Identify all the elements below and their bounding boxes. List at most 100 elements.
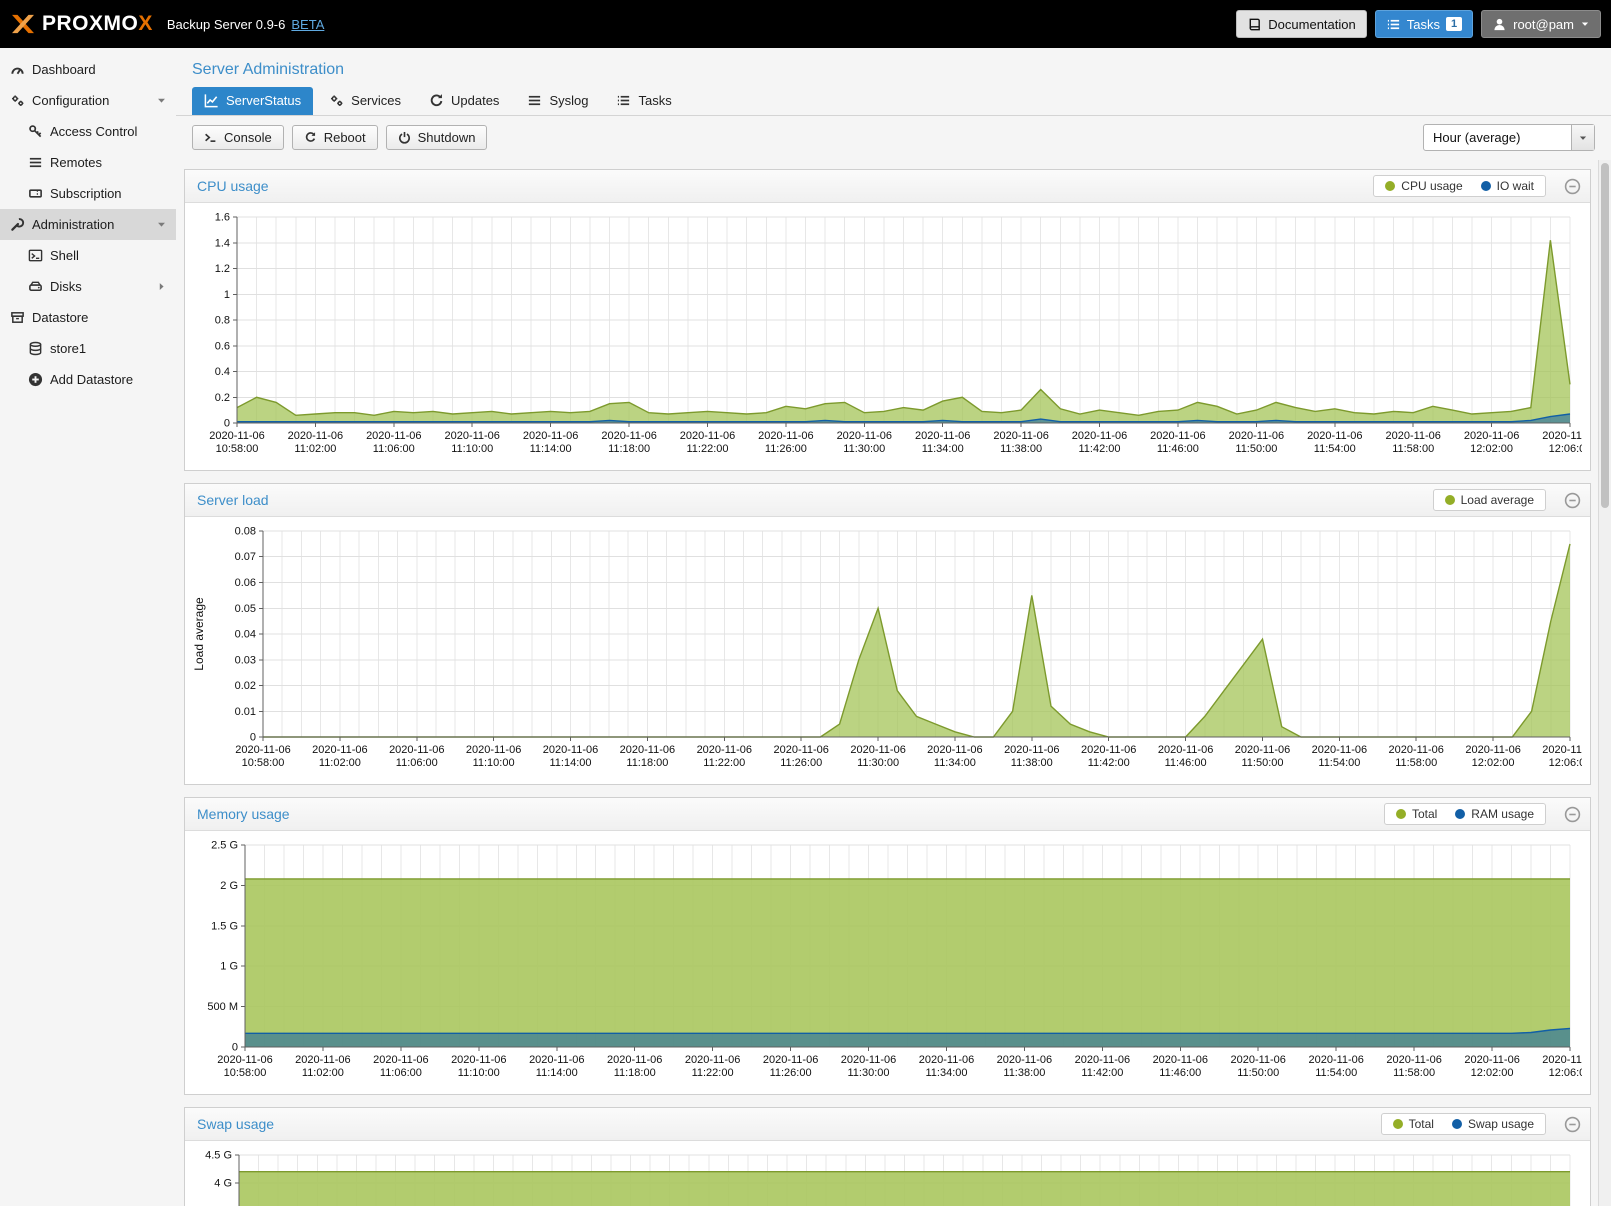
svg-text:11:18:00: 11:18:00 bbox=[626, 757, 668, 769]
console-button[interactable]: Console bbox=[192, 125, 284, 150]
panel-memory-usage: Memory usage TotalRAM usage 0500 M1 G1.5… bbox=[184, 797, 1591, 1095]
tab-syslog[interactable]: Syslog bbox=[515, 87, 600, 115]
svg-text:2020-11-06: 2020-11-06 bbox=[1542, 430, 1582, 442]
tasks-icon bbox=[1386, 17, 1401, 32]
book-icon bbox=[1247, 17, 1262, 32]
sidebar-item-add-datastore[interactable]: Add Datastore bbox=[0, 364, 176, 395]
svg-text:2020-11-06: 2020-11-06 bbox=[366, 430, 421, 442]
panel-cpu-usage: CPU usage CPU usageIO wait 00.20.40.60.8… bbox=[184, 169, 1591, 471]
cpu-usage-chart: 00.20.40.60.811.21.41.62020-11-0610:58:0… bbox=[189, 209, 1582, 468]
svg-text:2020-11-06: 2020-11-06 bbox=[919, 1054, 974, 1066]
wrench-icon bbox=[10, 217, 25, 232]
svg-text:4.5 G: 4.5 G bbox=[205, 1150, 232, 1162]
legend-item-load-average: Load average bbox=[1445, 493, 1534, 507]
collapse-panel-icon[interactable] bbox=[1564, 492, 1581, 509]
svg-text:2020-11-06: 2020-11-06 bbox=[389, 744, 444, 756]
legend-label: RAM usage bbox=[1471, 807, 1534, 821]
collapse-panel-icon[interactable] bbox=[1564, 1116, 1581, 1133]
memory-usage-chart: 0500 M1 G1.5 G2 G2.5 G2020-11-0610:58:00… bbox=[189, 837, 1582, 1092]
svg-text:12:02:00: 12:02:00 bbox=[1471, 1067, 1514, 1079]
collapse-panel-icon[interactable] bbox=[1564, 178, 1581, 195]
svg-text:2020-11-06: 2020-11-06 bbox=[217, 1054, 272, 1066]
svg-text:2020-11-06: 2020-11-06 bbox=[466, 744, 521, 756]
svg-text:11:18:00: 11:18:00 bbox=[614, 1067, 656, 1079]
sidebar-item-access-control[interactable]: Access Control bbox=[0, 116, 176, 147]
brand-text: PROXMOX bbox=[42, 12, 153, 36]
svg-text:0: 0 bbox=[232, 1042, 238, 1054]
svg-text:1.2: 1.2 bbox=[215, 263, 230, 275]
tasks-button[interactable]: Tasks 1 bbox=[1375, 10, 1473, 38]
sidebar-item-configuration[interactable]: Configuration bbox=[0, 85, 176, 116]
svg-text:2020-11-06: 2020-11-06 bbox=[543, 744, 598, 756]
svg-text:2020-11-06: 2020-11-06 bbox=[607, 1054, 662, 1066]
user-menu-button[interactable]: root@pam bbox=[1481, 10, 1601, 38]
svg-text:11:34:00: 11:34:00 bbox=[922, 443, 964, 455]
svg-text:11:46:00: 11:46:00 bbox=[1165, 757, 1207, 769]
tab-updates[interactable]: Updates bbox=[417, 87, 511, 115]
svg-text:2020-11-06: 2020-11-06 bbox=[763, 1054, 818, 1066]
gears-icon bbox=[329, 93, 344, 108]
sidebar-item-dashboard[interactable]: Dashboard bbox=[0, 54, 176, 85]
collapse-panel-icon[interactable] bbox=[1564, 806, 1581, 823]
svg-text:2020-11-06: 2020-11-06 bbox=[997, 1054, 1052, 1066]
sidebar-item-administration[interactable]: Administration bbox=[0, 209, 176, 240]
svg-text:2020-11-06: 2020-11-06 bbox=[444, 430, 499, 442]
sidebar-item-label: Configuration bbox=[32, 93, 109, 108]
svg-text:11:02:00: 11:02:00 bbox=[319, 757, 361, 769]
legend-dot bbox=[1455, 809, 1465, 819]
svg-text:10:58:00: 10:58:00 bbox=[224, 1067, 267, 1079]
reboot-button[interactable]: Reboot bbox=[292, 125, 378, 150]
svg-text:0: 0 bbox=[224, 418, 230, 430]
sidebar-item-label: Administration bbox=[32, 217, 114, 232]
legend-label: Total bbox=[1409, 1117, 1434, 1131]
key-icon bbox=[28, 124, 43, 139]
panel-server-load: Server load Load average 00.010.020.030.… bbox=[184, 483, 1591, 785]
svg-text:11:10:00: 11:10:00 bbox=[458, 1067, 500, 1079]
svg-text:2020-11-06: 2020-11-06 bbox=[758, 430, 813, 442]
sidebar-item-shell[interactable]: Shell bbox=[0, 240, 176, 271]
legend-dot bbox=[1396, 809, 1406, 819]
sidebar-item-datastore[interactable]: Datastore bbox=[0, 302, 176, 333]
sidebar-item-label: Disks bbox=[50, 279, 82, 294]
svg-text:0.04: 0.04 bbox=[235, 629, 256, 641]
panel-title: Memory usage bbox=[197, 806, 290, 822]
svg-text:0.02: 0.02 bbox=[235, 680, 256, 692]
svg-text:0.06: 0.06 bbox=[235, 577, 256, 589]
svg-text:4 G: 4 G bbox=[214, 1177, 232, 1189]
tab-label: Syslog bbox=[549, 93, 588, 108]
svg-text:2020-11-06: 2020-11-06 bbox=[915, 430, 970, 442]
scrollbar-thumb[interactable] bbox=[1601, 163, 1609, 508]
plus-circle-icon bbox=[28, 372, 43, 387]
list-icon bbox=[28, 155, 43, 170]
beta-link[interactable]: BETA bbox=[291, 17, 324, 32]
sidebar-item-disks[interactable]: Disks bbox=[0, 271, 176, 302]
panel-title: Server load bbox=[197, 492, 269, 508]
combo-trigger[interactable] bbox=[1571, 125, 1594, 150]
svg-text:11:34:00: 11:34:00 bbox=[925, 1067, 967, 1079]
tab-serverstatus[interactable]: ServerStatus bbox=[192, 87, 313, 115]
sidebar-item-subscription[interactable]: Subscription bbox=[0, 178, 176, 209]
svg-text:2020-11-06: 2020-11-06 bbox=[1465, 744, 1520, 756]
legend-dot bbox=[1452, 1119, 1462, 1129]
svg-text:2020-11-06: 2020-11-06 bbox=[373, 1054, 428, 1066]
sidebar-item-store1[interactable]: store1 bbox=[0, 333, 176, 364]
svg-text:2020-11-06: 2020-11-06 bbox=[1307, 430, 1362, 442]
shutdown-button[interactable]: Shutdown bbox=[386, 125, 488, 150]
svg-text:11:26:00: 11:26:00 bbox=[770, 1067, 812, 1079]
svg-text:11:30:00: 11:30:00 bbox=[843, 443, 885, 455]
timeframe-select[interactable]: Hour (average) bbox=[1423, 124, 1595, 151]
chart-legend: TotalRAM usage bbox=[1384, 803, 1546, 825]
tab-tasks[interactable]: Tasks bbox=[604, 87, 683, 115]
sidebar-item-remotes[interactable]: Remotes bbox=[0, 147, 176, 178]
svg-text:0.4: 0.4 bbox=[215, 366, 230, 378]
tab-services[interactable]: Services bbox=[317, 87, 413, 115]
svg-text:11:34:00: 11:34:00 bbox=[934, 757, 976, 769]
reboot-icon bbox=[304, 131, 317, 144]
sidebar: Dashboard Configuration Access ControlRemo… bbox=[0, 48, 176, 1206]
sidebar-item-label: Shell bbox=[50, 248, 79, 263]
legend-dot bbox=[1445, 495, 1455, 505]
svg-text:11:50:00: 11:50:00 bbox=[1241, 757, 1283, 769]
svg-text:2 G: 2 G bbox=[220, 880, 238, 892]
documentation-button[interactable]: Documentation bbox=[1236, 10, 1366, 38]
main-content: Server Administration ServerStatusServic… bbox=[176, 48, 1611, 1206]
